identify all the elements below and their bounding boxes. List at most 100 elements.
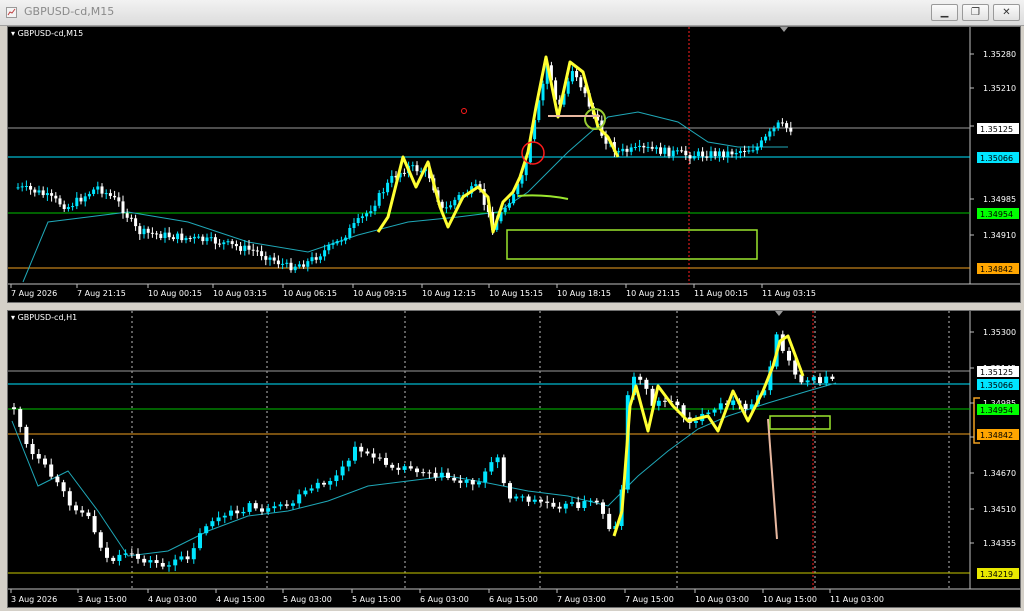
candle-body	[656, 400, 661, 406]
candle-body	[255, 250, 259, 252]
candle-body	[539, 499, 543, 502]
chart-menu-icon[interactable]: ▾	[11, 313, 15, 322]
candle-body	[373, 205, 377, 212]
time-tick-label: 10 Aug 00:15	[148, 289, 202, 298]
candle-body	[167, 565, 171, 567]
candle-body	[501, 457, 506, 484]
candle-body	[253, 503, 258, 509]
candle-body	[229, 510, 233, 516]
candle-body	[323, 250, 327, 257]
time-tick-label: 7 Aug 03:00	[557, 595, 606, 604]
candle-body	[701, 151, 705, 157]
candle-body	[633, 146, 637, 148]
candle-body	[163, 232, 167, 239]
window-titlebar[interactable]: GBPUSD-cd,M15 ▁ ❐ ✕	[0, 0, 1024, 26]
candle-body	[86, 512, 91, 517]
candle-body	[526, 496, 531, 502]
candle-body	[58, 198, 62, 205]
m15-chart-panel[interactable]: 1.352801.352101.351251.349851.349101.351…	[7, 26, 1021, 303]
candle-body	[551, 502, 556, 507]
price-level-badge-text: 1.35125	[980, 125, 1013, 134]
candle-body	[377, 193, 381, 206]
candle-body	[722, 151, 726, 157]
candle-body	[306, 261, 310, 267]
time-tick-label: 5 Aug 03:00	[283, 595, 332, 604]
candle-body	[638, 145, 642, 147]
close-button[interactable]: ✕	[993, 4, 1020, 21]
candle-body	[185, 556, 190, 560]
time-tick-label: 10 Aug 12:15	[422, 289, 476, 298]
h1-chart-panel[interactable]: 1.353001.351451.349851.348251.346701.345…	[7, 310, 1021, 608]
candle-body	[216, 517, 221, 522]
candle-body	[365, 451, 370, 454]
chart-menu-icon[interactable]: ▾	[11, 29, 15, 38]
minimize-button[interactable]: ▁	[931, 4, 958, 21]
candle-body	[302, 264, 306, 267]
candle-body	[360, 216, 364, 219]
candle-body	[16, 187, 20, 189]
candle-body	[24, 426, 29, 445]
candle-body	[377, 457, 382, 459]
candle-body	[134, 218, 138, 227]
candle-body	[582, 501, 587, 508]
candle-body	[464, 479, 469, 483]
candle-body	[512, 194, 516, 204]
candle-body	[29, 185, 33, 190]
candle-body	[474, 184, 478, 187]
candle-body	[71, 206, 75, 208]
candle-body	[747, 150, 751, 152]
candle-body	[411, 165, 415, 167]
candle-body	[449, 205, 453, 208]
h1-chart-canvas[interactable]: 1.353001.351451.349851.348251.346701.345…	[8, 311, 1020, 607]
candle-body	[136, 553, 140, 559]
candle-body	[629, 147, 633, 152]
candle-body	[226, 241, 230, 243]
candle-body	[159, 234, 163, 239]
m15-chart-canvas[interactable]: 1.352801.352101.351251.349851.349101.351…	[8, 27, 1020, 302]
candle-body	[80, 510, 85, 513]
candle-body	[188, 237, 192, 239]
candle-body	[348, 227, 352, 238]
candle-body	[108, 193, 112, 196]
candle-body	[755, 146, 759, 151]
candle-body	[272, 257, 276, 261]
candle-body	[218, 243, 222, 245]
candle-body	[123, 553, 128, 555]
candle-body	[171, 237, 175, 240]
candle-body	[576, 502, 581, 508]
candle-body	[87, 193, 91, 197]
candle-body	[121, 201, 125, 214]
salmon-arrow-annotation	[767, 418, 778, 540]
candle-body	[297, 494, 302, 504]
candle-body	[644, 379, 649, 389]
price-level-badge-text: 1.34842	[980, 431, 1013, 440]
candle-body	[222, 515, 227, 518]
candle-body	[111, 557, 116, 561]
candle-body	[384, 457, 388, 465]
candle-body	[642, 145, 646, 148]
candle-body	[155, 233, 159, 235]
time-tick-label: 11 Aug 03:00	[830, 595, 884, 604]
candle-body	[356, 218, 360, 224]
candle-body	[718, 403, 723, 410]
candle-body	[55, 476, 60, 483]
candle-body	[276, 260, 280, 265]
candle-body	[235, 510, 240, 514]
candle-body	[50, 193, 54, 196]
candle-body	[192, 236, 196, 239]
candle-body	[160, 562, 165, 567]
candle-body	[247, 503, 252, 512]
candle-body	[706, 412, 711, 414]
time-tick-label: 10 Aug 18:15	[557, 289, 611, 298]
candle-body	[146, 228, 150, 233]
maximize-button[interactable]: ❐	[962, 4, 989, 21]
candle-body	[260, 251, 264, 257]
price-tick-label: 1.34670	[983, 469, 1016, 478]
candle-body	[507, 203, 511, 208]
candle-body	[243, 245, 247, 251]
candle-body	[12, 407, 16, 410]
candle-body	[327, 244, 331, 251]
candle-body	[386, 182, 390, 193]
candle-body	[489, 462, 494, 472]
candle-body	[297, 264, 301, 267]
